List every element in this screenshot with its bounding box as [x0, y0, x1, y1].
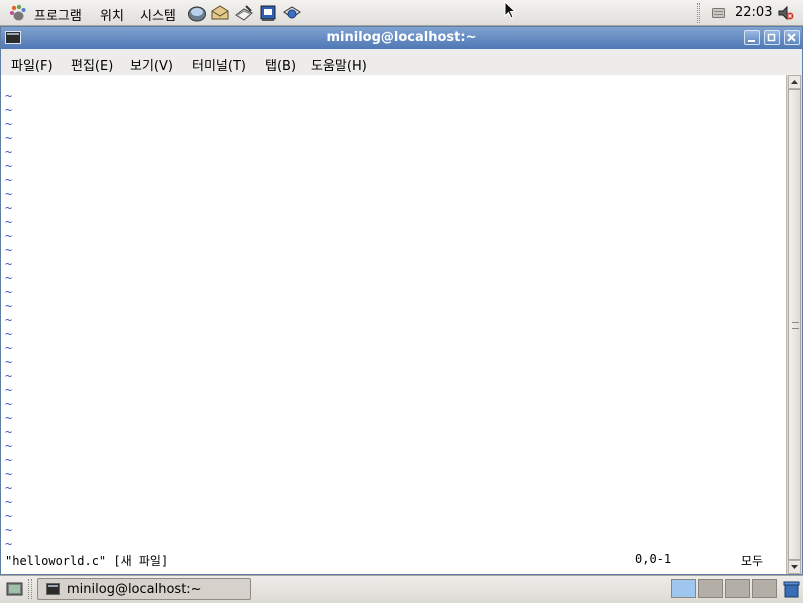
vim-tilde-marker: ~ — [5, 411, 13, 425]
vim-tilde-marker: ~ — [5, 229, 13, 243]
menu-tabs[interactable]: 탭(B) — [265, 55, 296, 74]
workspace-2[interactable] — [698, 579, 723, 598]
window-title: minilog@localhost:~ — [326, 30, 477, 45]
mouse-pointer-icon — [504, 1, 517, 19]
presentation-icon[interactable] — [258, 3, 278, 23]
menu-terminal[interactable]: 터미널(T) — [192, 55, 246, 74]
vim-tilde-marker: ~ — [5, 89, 13, 103]
workspace-3[interactable] — [725, 579, 750, 598]
arrow-up-icon — [791, 80, 798, 84]
terminal-window: minilog@localhost:~ 파일(F) 편집(E) 보기(V) 터미… — [0, 26, 803, 575]
volume-icon[interactable] — [777, 4, 795, 22]
maximize-button[interactable] — [764, 30, 780, 45]
maximize-icon — [767, 33, 776, 42]
places-menu[interactable]: 위치 — [100, 5, 124, 24]
vim-tilde-marker: ~ — [5, 369, 13, 383]
vim-tilde-marker: ~ — [5, 117, 13, 131]
vim-tilde-marker: ~ — [5, 159, 13, 173]
minimize-button[interactable] — [744, 30, 760, 45]
menu-file[interactable]: 파일(F) — [11, 55, 53, 74]
menu-edit[interactable]: 편집(E) — [71, 55, 113, 74]
scrollbar-grip — [792, 322, 799, 329]
vim-tilde-marker: ~ — [5, 299, 13, 313]
vim-tilde-marker: ~ — [5, 495, 13, 509]
close-button[interactable] — [784, 30, 800, 45]
vim-tilde-marker: ~ — [5, 383, 13, 397]
vim-status-filename: "helloworld.c" [새 파일] — [5, 554, 169, 568]
vim-tilde-marker: ~ — [5, 453, 13, 467]
scrollbar-thumb[interactable] — [788, 89, 801, 560]
vim-cursor-position: 0,0-1 — [635, 552, 672, 566]
vim-tilde-marker: ~ — [5, 327, 13, 341]
trash-icon[interactable] — [782, 579, 801, 599]
minimize-icon — [748, 40, 755, 42]
scroll-down-button[interactable] — [788, 560, 801, 574]
vim-tilde-marker: ~ — [5, 355, 13, 369]
workspace-1[interactable] — [671, 579, 696, 598]
vim-tilde-marker: ~ — [5, 397, 13, 411]
workspace-4[interactable] — [752, 579, 777, 598]
vertical-scrollbar[interactable] — [786, 75, 802, 574]
vim-tilde-marker: ~ — [5, 173, 13, 187]
window-titlebar[interactable]: minilog@localhost:~ — [1, 27, 802, 49]
vim-tilde-marker: ~ — [5, 509, 13, 523]
gnome-foot-icon[interactable] — [9, 4, 27, 22]
vim-tilde-marker: ~ — [5, 425, 13, 439]
vim-scroll-indicator: 모두 — [741, 554, 764, 568]
writer-icon[interactable] — [234, 3, 254, 23]
vim-tilde-marker: ~ — [5, 439, 13, 453]
vim-tilde-marker: ~ — [5, 285, 13, 299]
vim-tilde-marker: ~ — [5, 103, 13, 117]
spreadsheet-icon[interactable] — [282, 3, 302, 23]
vim-tilde-marker: ~ — [5, 131, 13, 145]
scroll-up-button[interactable] — [788, 75, 801, 89]
menu-help[interactable]: 도움말(H) — [311, 55, 367, 74]
vim-tilde-marker: ~ — [5, 187, 13, 201]
vim-tilde-marker: ~ — [5, 215, 13, 229]
terminal-icon — [46, 583, 60, 595]
vim-tilde-marker: ~ — [5, 271, 13, 285]
panel-separator — [697, 3, 700, 23]
vim-tilde-marker: ~ — [5, 481, 13, 495]
applications-menu[interactable]: 프로그램 — [34, 5, 82, 24]
show-desktop-icon[interactable] — [5, 580, 24, 598]
terminal-area[interactable]: ~ ~ ~ ~ ~ ~ ~ ~ ~ ~ ~ ~ ~ ~ ~ ~ ~ ~ ~ ~ ~ ~ ~ ~ ~ ~ ~ ~ ~ ~ ~ ~ ~ "hello… — [1, 75, 786, 574]
web-browser-icon[interactable] — [187, 3, 207, 23]
close-icon — [787, 33, 796, 42]
menu-bar: 파일(F) 편집(E) 보기(V) 터미널(T) 탭(B) 도움말(H) — [1, 49, 802, 76]
taskbar-window-button[interactable]: minilog@localhost:~ — [37, 578, 251, 600]
taskbar-window-label: minilog@localhost:~ — [67, 582, 202, 597]
top-panel: 프로그램 위치 시스템 22:03 — [0, 0, 803, 26]
vim-tilde-marker: ~ — [5, 537, 13, 551]
mail-icon[interactable] — [210, 3, 230, 23]
bottom-panel: minilog@localhost:~ — [0, 575, 803, 603]
clock[interactable]: 22:03 — [735, 5, 772, 20]
menu-view[interactable]: 보기(V) — [130, 55, 173, 74]
vim-tilde-marker: ~ — [5, 467, 13, 481]
arrow-down-icon — [791, 565, 798, 569]
keyboard-icon[interactable] — [712, 8, 725, 18]
vim-tilde-marker: ~ — [5, 201, 13, 215]
vim-tilde-marker: ~ — [5, 145, 13, 159]
vim-tilde-marker: ~ — [5, 523, 13, 537]
panel-separator — [28, 579, 32, 599]
vim-tilde-marker: ~ — [5, 257, 13, 271]
vim-tilde-marker: ~ — [5, 341, 13, 355]
vim-tilde-marker: ~ — [5, 313, 13, 327]
vim-tilde-marker: ~ — [5, 243, 13, 257]
system-menu[interactable]: 시스템 — [140, 5, 176, 24]
